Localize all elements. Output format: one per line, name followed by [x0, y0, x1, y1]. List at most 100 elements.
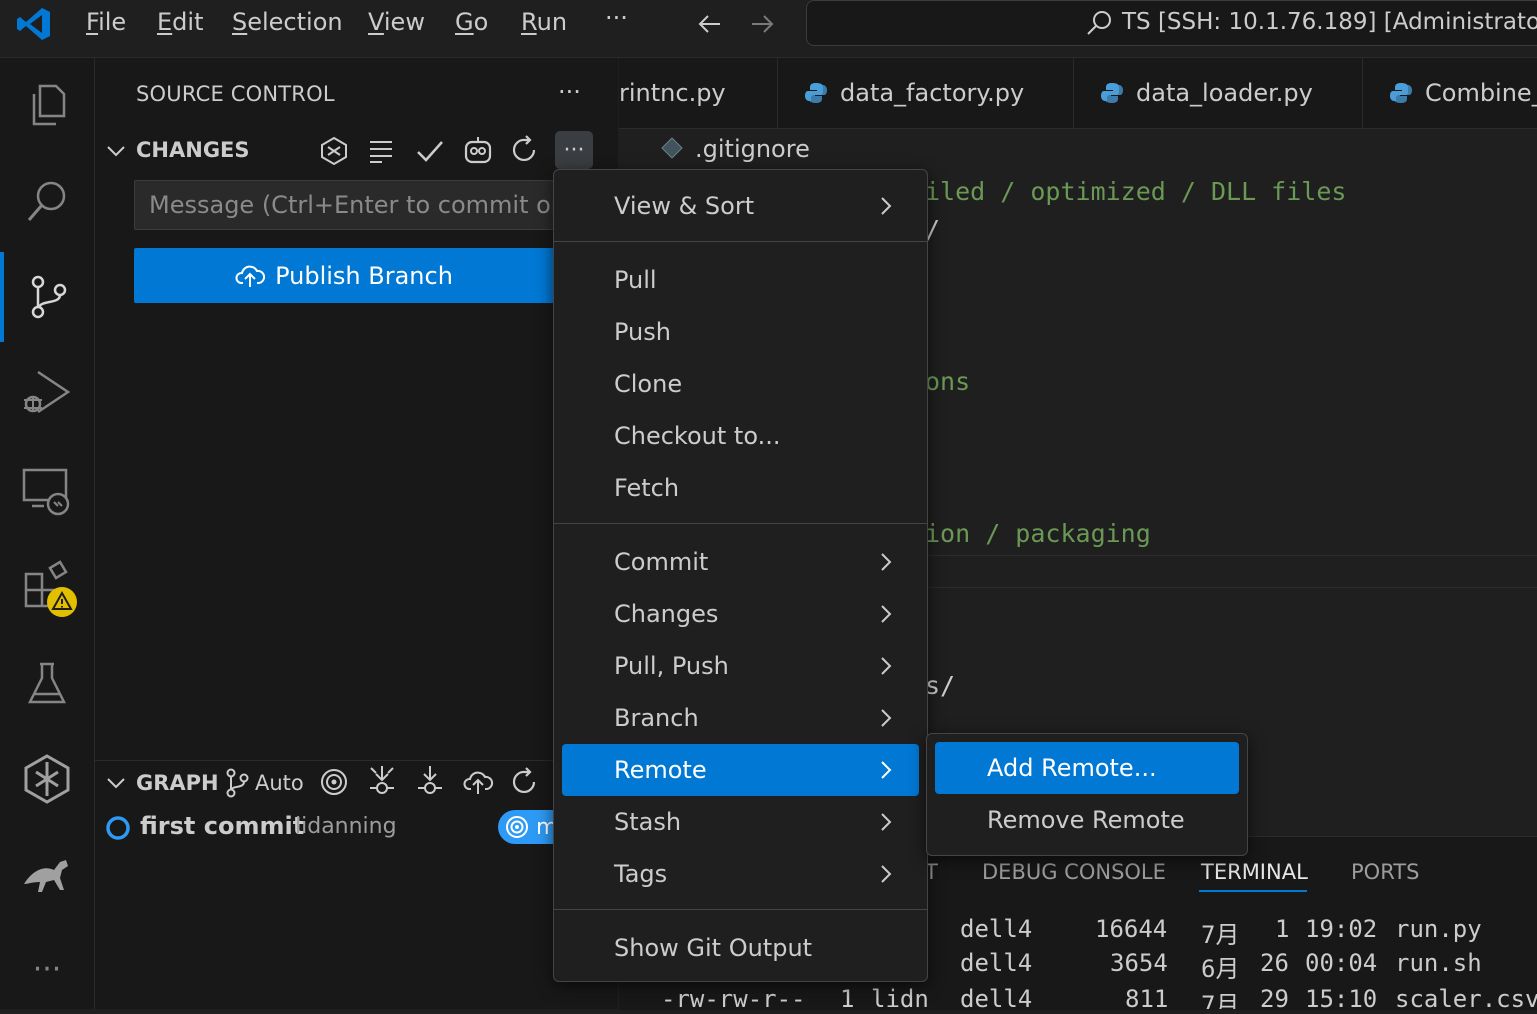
gitlens-icon — [20, 752, 74, 806]
menu-item-stash[interactable]: Stash — [562, 796, 919, 848]
terminal-cell: scaler.csv — [1395, 985, 1537, 1009]
menu-run[interactable]: Run — [521, 8, 567, 36]
menu-item-label: Changes — [614, 600, 719, 628]
menu-item-label: Commit — [614, 548, 709, 576]
menu-item-remote[interactable]: Remote — [562, 744, 919, 796]
extensions-icon — [20, 560, 77, 617]
command-center-label: TS [SSH: 10.1.76.189] [Administrator] — [1122, 9, 1537, 35]
menu-item-view-sort[interactable]: View & Sort — [562, 180, 919, 232]
testing-button[interactable] — [0, 638, 94, 728]
menu-item-add-remote[interactable]: Add Remote... — [935, 742, 1239, 794]
menu-item-clone[interactable]: Clone — [562, 358, 919, 410]
refresh-icon[interactable] — [510, 767, 540, 797]
tab-debug-console[interactable]: DEBUG CONSOLE — [982, 860, 1166, 884]
menu-more[interactable]: ··· — [605, 4, 628, 32]
menu-item-show-git-output[interactable]: Show Git Output — [562, 922, 919, 974]
chevron-right-icon — [877, 862, 895, 886]
gitlens-icon[interactable] — [319, 136, 349, 166]
chevron-down-icon[interactable] — [105, 772, 127, 794]
cloud-upload-icon[interactable] — [462, 768, 494, 796]
arrow-right-icon[interactable] — [748, 10, 776, 38]
menu-selection[interactable]: Selection — [232, 8, 343, 36]
menu-separator — [554, 909, 927, 910]
menu-item-pull-push[interactable]: Pull, Push — [562, 640, 919, 692]
code-line-comment-3: ons — [925, 367, 971, 396]
changes-section-header[interactable]: CHANGES — [136, 138, 250, 162]
terminal-cell: run.sh — [1395, 949, 1482, 977]
tab-data-loader[interactable]: data_loader.py — [1074, 58, 1363, 128]
menu-item-label: Fetch — [614, 474, 680, 502]
run-debug-button[interactable] — [0, 348, 94, 438]
menu-file[interactable]: File — [86, 8, 126, 36]
search-button[interactable] — [0, 156, 94, 246]
python-icon — [1100, 81, 1124, 105]
menu-edit[interactable]: Edit — [157, 8, 203, 36]
commit-title[interactable]: first commit — [140, 812, 304, 840]
arrow-left-icon[interactable] — [696, 10, 724, 38]
extensions-button[interactable] — [0, 542, 94, 632]
tab-ports[interactable]: PORTS — [1351, 860, 1419, 884]
chevron-right-icon — [877, 194, 895, 218]
menu-item-push[interactable]: Push — [562, 306, 919, 358]
remote-explorer-button[interactable] — [0, 446, 94, 536]
menu-item-fetch[interactable]: Fetch — [562, 462, 919, 514]
command-center[interactable]: TS [SSH: 10.1.76.189] [Administrator] — [806, 0, 1537, 46]
graph-auto-label[interactable]: Auto — [255, 771, 304, 795]
kangaroo-icon — [20, 848, 74, 902]
changes-more-actions-button[interactable]: ··· — [555, 131, 593, 169]
menu-item-label: Remote — [614, 756, 707, 784]
sidebar-more-button[interactable]: ··· — [558, 78, 581, 106]
chevron-right-icon — [877, 758, 895, 782]
commit-message-input[interactable]: Message (Ctrl+Enter to commit on... — [134, 180, 554, 230]
publish-branch-button[interactable]: Publish Branch — [134, 248, 554, 303]
commit-check-icon[interactable] — [415, 136, 445, 166]
tab-terminal[interactable]: TERMINAL — [1201, 860, 1308, 884]
menu-item-label: Pull, Push — [614, 652, 729, 680]
pull-icon[interactable] — [415, 764, 445, 800]
title-bar: File Edit Selection View Go Run ··· TS [… — [0, 0, 1537, 58]
chevron-down-icon[interactable] — [105, 140, 127, 162]
tab-rintnc[interactable]: rintnc.py — [619, 58, 778, 128]
terminal-cell: 1 — [840, 985, 855, 1009]
editor-tabs: rintnc.py data_factory.py data_loader.py… — [619, 58, 1537, 129]
refresh-icon[interactable] — [510, 135, 540, 165]
search-icon — [1085, 9, 1113, 37]
remote-submenu: Add Remote... Remove Remote — [926, 733, 1248, 856]
menu-separator — [554, 523, 927, 524]
menu-go[interactable]: Go — [455, 8, 488, 36]
terminal-cell: dell4 — [960, 949, 1033, 977]
menu-item-tags[interactable]: Tags — [562, 848, 919, 900]
menu-item-label: Show Git Output — [614, 934, 813, 962]
menu-item-branch[interactable]: Branch — [562, 692, 919, 744]
explorer-button[interactable] — [0, 60, 94, 150]
target-icon[interactable] — [319, 767, 349, 797]
kangaroo-button[interactable] — [0, 830, 94, 920]
tab-label: data_factory.py — [840, 79, 1025, 107]
menu-item-changes[interactable]: Changes — [562, 588, 919, 640]
terminal-cell: 15:10 — [1305, 985, 1378, 1009]
menu-item-checkout[interactable]: Checkout to... — [562, 410, 919, 462]
python-icon — [804, 81, 828, 105]
tab-label: data_loader.py — [1136, 79, 1313, 107]
menu-item-label: Pull — [614, 266, 657, 294]
tab-combine[interactable]: Combine_ — [1363, 58, 1537, 128]
gitlens-button[interactable] — [0, 734, 94, 824]
more-views-button[interactable]: ··· — [0, 924, 94, 1014]
vscode-logo-icon[interactable] — [16, 6, 52, 42]
menu-view[interactable]: View — [368, 8, 425, 36]
menu-item-remove-remote[interactable]: Remove Remote — [935, 794, 1239, 846]
terminal-cell: dell4 — [960, 985, 1033, 1009]
menu-item-pull[interactable]: Pull — [562, 254, 919, 306]
python-icon — [1389, 81, 1413, 105]
graph-section-header[interactable]: GRAPH — [136, 771, 219, 795]
cloud-upload-icon — [235, 263, 266, 289]
tab-data-factory[interactable]: data_factory.py — [778, 58, 1074, 128]
menu-item-commit[interactable]: Commit — [562, 536, 919, 588]
code-line-comment-4: ion / packaging — [925, 519, 1151, 548]
terminal-cell: 1 — [1275, 915, 1290, 943]
fetch-icon[interactable] — [367, 764, 397, 800]
source-control-button[interactable] — [0, 252, 94, 342]
breadcrumb[interactable]: .gitignore — [695, 135, 810, 163]
copilot-icon[interactable] — [462, 134, 494, 166]
view-as-tree-icon[interactable] — [367, 138, 395, 164]
